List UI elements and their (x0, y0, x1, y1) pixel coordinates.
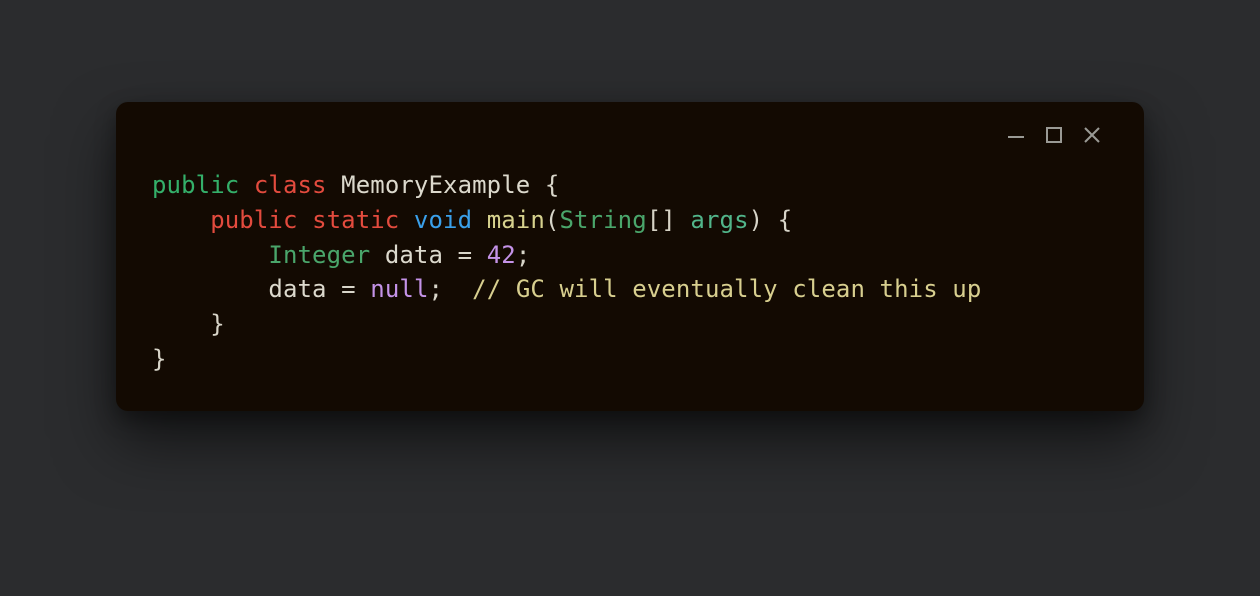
code-block[interactable]: public class MemoryExample { public stat… (152, 168, 1108, 377)
gap (443, 275, 472, 303)
indent (152, 241, 268, 269)
brackets: [] (647, 206, 676, 234)
indent (152, 275, 268, 303)
keyword-class: class (254, 171, 327, 199)
keyword-public: public (152, 171, 239, 199)
equals: = (458, 241, 473, 269)
minimize-icon[interactable] (1006, 125, 1026, 145)
brace-open: { (778, 206, 793, 234)
equals: = (341, 275, 356, 303)
brace-close: } (152, 345, 167, 373)
param-name: args (690, 206, 748, 234)
code-window: public class MemoryExample { public stat… (116, 102, 1144, 411)
var-data: data (385, 241, 443, 269)
maximize-icon[interactable] (1044, 125, 1064, 145)
literal-42: 42 (487, 241, 516, 269)
paren-open: ( (545, 206, 560, 234)
keyword-void: void (414, 206, 472, 234)
literal-null: null (370, 275, 428, 303)
semicolon: ; (516, 241, 531, 269)
brace-close: } (210, 310, 225, 338)
close-icon[interactable] (1082, 125, 1102, 145)
indent (152, 310, 210, 338)
class-name: MemoryExample (341, 171, 530, 199)
semicolon: ; (429, 275, 444, 303)
paren-close: ) (749, 206, 764, 234)
keyword-static: static (312, 206, 399, 234)
stage: public class MemoryExample { public stat… (0, 0, 1260, 596)
type-integer: Integer (268, 241, 370, 269)
method-name: main (487, 206, 545, 234)
indent (152, 206, 210, 234)
param-type: String (559, 206, 646, 234)
var-data: data (268, 275, 326, 303)
comment: // GC will eventually clean this up (472, 275, 981, 303)
brace-open: { (545, 171, 560, 199)
titlebar (152, 102, 1108, 168)
keyword-public: public (210, 206, 297, 234)
